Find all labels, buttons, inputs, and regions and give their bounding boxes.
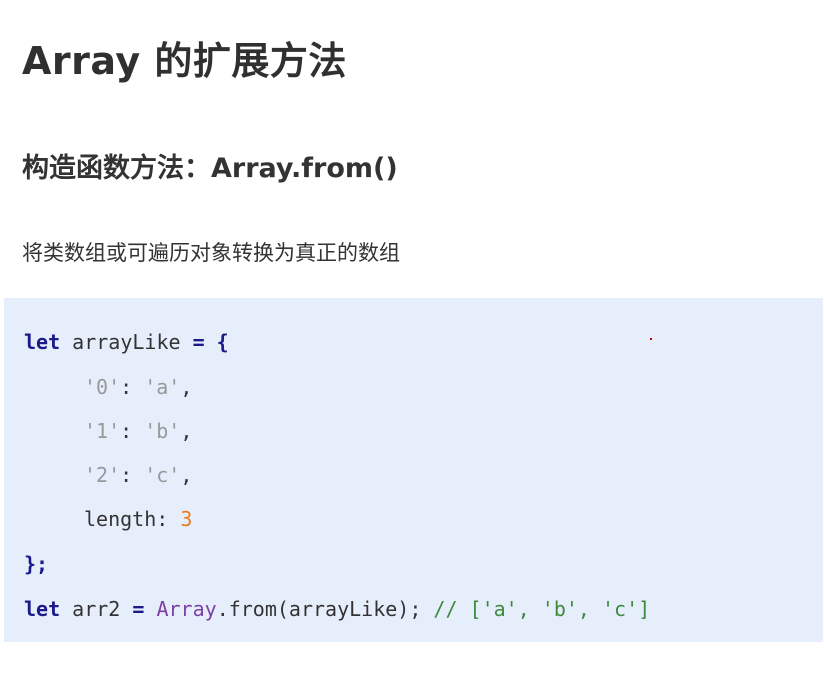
separator: : (120, 463, 145, 487)
separator: : (156, 507, 181, 531)
class-name: Array (156, 597, 217, 621)
code-block: let arrayLike = { '0': 'a', '1': 'b', '2… (4, 298, 823, 642)
description-text: 将类数组或可遍历对象转换为真正的数组 (22, 241, 400, 265)
comma: , (180, 419, 193, 443)
method-call: .from(arrayLike); (216, 597, 422, 621)
keyword-let: let (24, 597, 61, 621)
code-line-7: let arr2 = Array.from(arrayLike); // ['a… (24, 597, 650, 621)
identifier: arrayLike (60, 330, 193, 354)
code-line-4: '2': 'c', (24, 463, 192, 487)
comma: , (180, 463, 193, 487)
code-line-2: '0': 'a', (24, 375, 192, 399)
object-key: '1' (84, 419, 121, 443)
number-value: 3 (180, 507, 193, 531)
keyword-let: let (24, 330, 61, 354)
identifier: arr2 (60, 597, 133, 621)
code-line-5: length: 3 (24, 507, 192, 531)
page-title: Array 的扩展方法 (22, 39, 347, 83)
slide: Array 的扩展方法 构造函数方法：Array.from() 将类数组或可遍历… (0, 0, 824, 689)
string-value: 'c' (144, 463, 181, 487)
string-value: 'b' (144, 419, 181, 443)
separator: : (120, 375, 145, 399)
object-key: length (84, 507, 157, 531)
object-key: '0' (84, 375, 121, 399)
operator: = { (192, 330, 229, 354)
string-value: 'a' (144, 375, 181, 399)
code-line-3: '1': 'b', (24, 419, 192, 443)
red-dot-mark (650, 338, 652, 340)
separator: : (120, 419, 145, 443)
comma: , (180, 375, 193, 399)
code-comment: // ['a', 'b', 'c'] (421, 597, 651, 621)
closing-brace: }; (24, 552, 49, 576)
code-line-6: }; (24, 552, 48, 576)
code-line-1: let arrayLike = { (24, 330, 229, 354)
object-key: '2' (84, 463, 121, 487)
section-heading: 构造函数方法：Array.from() (22, 153, 398, 184)
operator: = (132, 597, 145, 621)
